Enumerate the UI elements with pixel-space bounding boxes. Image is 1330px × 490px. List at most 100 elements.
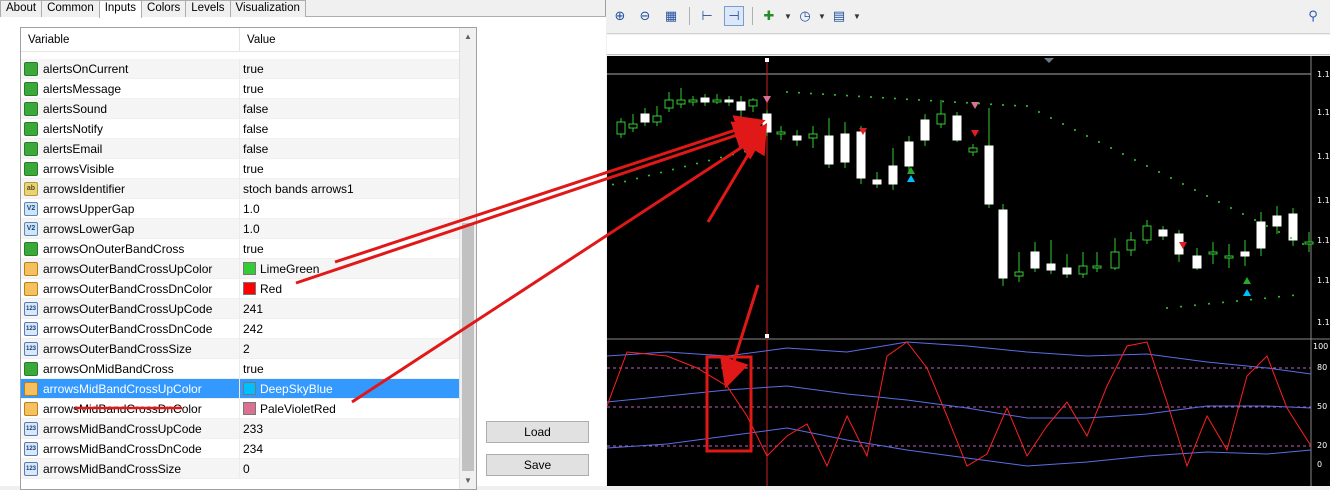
tile-windows-icon[interactable]: ▦ [661,6,681,26]
candle-body [712,99,722,103]
table-row[interactable]: 123 arrowsMidBandCrossUpCode 233 [21,418,461,439]
column-header-value[interactable]: Value [240,28,461,52]
value-cell[interactable]: 0 [240,459,461,479]
color-swatch [243,382,256,395]
value-cell[interactable]: 233 [240,419,461,439]
scroll-down-arrow-icon[interactable]: ▼ [460,472,476,489]
tab-inputs[interactable]: Inputs [98,0,143,18]
value-cell[interactable]: 234 [240,439,461,459]
table-row[interactable]: arrowsOuterBandCrossDnColor Red [21,278,461,299]
value-cell[interactable]: false [240,139,461,159]
auto-scroll-icon[interactable]: ⊣ [724,6,744,26]
band-dot [1026,105,1028,107]
variable-name: arrowsOuterBandCrossDnCode [43,321,213,336]
scroll-thumb[interactable] [462,223,474,471]
band-dot [870,96,872,99]
variable-name: arrowsMidBandCrossDnCode [43,441,202,456]
candle-body [1014,271,1024,277]
value-cell[interactable]: stoch bands arrows1 [240,179,461,199]
band-dot [732,153,734,156]
load-button[interactable]: Load [486,421,589,443]
table-row[interactable]: V2 arrowsLowerGap 1.0 [21,218,461,239]
value-cell[interactable]: true [240,79,461,99]
value-cell[interactable]: true [240,239,461,259]
candle-body [1142,225,1152,241]
color-icon [24,381,38,396]
column-header-variable[interactable]: Variable [21,28,240,52]
chart-shift-icon[interactable]: ⊢ [697,6,717,26]
candle-body [776,131,786,135]
inputs-grid[interactable]: Variable Value alertsOnCurrent true alerts… [20,27,477,490]
price-tick-label: 1.1 [1317,196,1330,205]
band-dot [786,91,788,93]
value-cell[interactable]: true [240,159,461,179]
save-button[interactable]: Save [486,454,589,476]
value-cell[interactable]: 1.0 [240,199,461,219]
buy-arrow-icon [1243,277,1251,284]
tab-colors[interactable]: Colors [141,0,187,17]
value-cell[interactable]: true [240,359,461,379]
table-row[interactable]: alertsSound false [21,98,461,119]
variable-cell: 123 arrowsMidBandCrossSize [21,458,240,479]
tab-common[interactable]: Common [41,0,100,17]
candle-body [888,165,898,185]
templates-icon[interactable]: ▤ [829,6,849,26]
value-text: false [243,141,269,156]
band-dot [1180,305,1182,308]
value-cell[interactable]: PaleVioletRed [240,399,461,419]
table-row[interactable]: 123 arrowsOuterBandCrossDnCode 242 [21,318,461,339]
table-row[interactable]: 123 arrowsMidBandCrossSize 0 [21,458,461,479]
band-dot [648,174,650,177]
variable-name: alertsSound [43,101,108,116]
value-cell[interactable]: Red [240,279,461,299]
zoom-in-icon[interactable]: ⊕ [610,6,630,26]
color-icon [24,401,38,416]
table-row[interactable]: 123 arrowsMidBandCrossDnCode 234 [21,438,461,459]
table-row[interactable]: ab arrowsIdentifier stoch bands arrows1 [21,178,461,199]
variable-name: alertsOnCurrent [43,61,129,76]
table-row[interactable]: alertsEmail false [21,138,461,159]
tab-about[interactable]: About [0,0,43,17]
table-row[interactable]: arrowsOnMidBandCross true [21,358,461,379]
value-cell[interactable]: LimeGreen [240,259,461,279]
table-row[interactable]: alertsOnCurrent true [21,58,461,79]
tab-levels[interactable]: Levels [185,0,231,17]
grid-scrollbar[interactable]: ▲ ▼ [459,28,476,489]
oscillator-tick-label: 50 [1317,402,1328,411]
oscillator-tick-label: 0 [1317,460,1323,469]
value-cell[interactable]: 242 [240,319,461,339]
table-row[interactable]: arrowsMidBandCrossUpColor DeepSkyBlue [21,378,461,399]
bool-icon [24,361,38,376]
table-row[interactable]: arrowsOnOuterBandCross true [21,238,461,259]
band-dot [918,98,920,101]
value-cell[interactable]: false [240,99,461,119]
price-chart[interactable]: 1.1 1.1 1.1 1.1 1.1 1.1 1.1 100 80 50 20 0 [607,56,1330,486]
templates-dropdown-icon[interactable]: ▼ [847,6,867,26]
value-cell[interactable]: false [240,119,461,139]
table-row[interactable]: alertsMessage true [21,78,461,99]
value-cell[interactable]: 2 [240,339,461,359]
search-icon[interactable]: ⚲ [1303,6,1323,26]
indicators-icon[interactable]: ✚ [759,6,779,26]
bool-icon [24,121,38,136]
value-cell[interactable]: 1.0 [240,219,461,239]
band-dot [966,101,968,104]
zoom-out-icon[interactable]: ⊖ [635,6,655,26]
variable-cell: alertsNotify [21,118,240,139]
value-cell[interactable]: DeepSkyBlue [240,379,461,399]
table-row[interactable]: arrowsVisible true [21,158,461,179]
table-row[interactable]: alertsNotify false [21,118,461,139]
table-row[interactable]: 123 arrowsOuterBandCrossUpCode 241 [21,298,461,319]
band-dot [1014,104,1016,107]
value-cell[interactable]: 241 [240,299,461,319]
scroll-up-arrow-icon[interactable]: ▲ [460,28,476,45]
table-row[interactable]: arrowsOuterBandCrossUpColor LimeGreen [21,258,461,279]
table-row[interactable]: V2 arrowsUpperGap 1.0 [21,198,461,219]
tab-visualization[interactable]: Visualization [229,0,306,17]
table-row[interactable]: arrowsMidBandCrossDnColor PaleVioletRed [21,398,461,419]
value-text: true [243,61,264,76]
value-cell[interactable]: true [240,59,461,79]
band-dot [1230,207,1232,209]
table-row[interactable]: 123 arrowsOuterBandCrossSize 2 [21,338,461,359]
candle-body [762,113,772,133]
